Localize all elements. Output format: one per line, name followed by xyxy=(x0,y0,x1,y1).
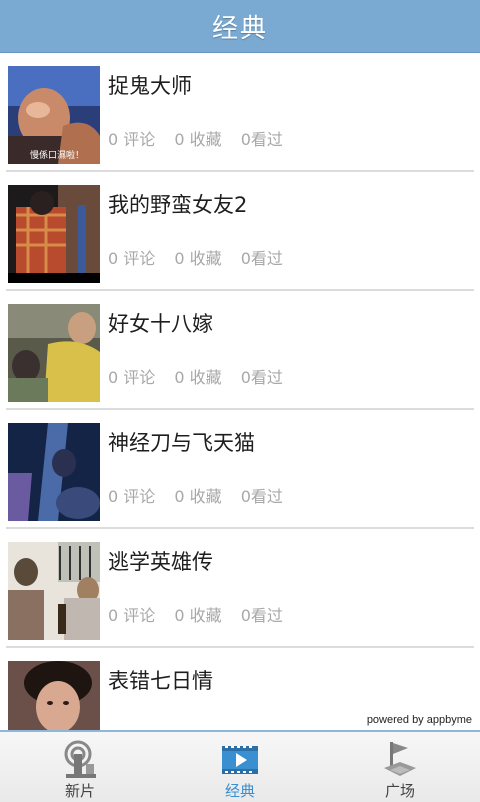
movie-list[interactable]: 慢係口濕啦！ 捉鬼大师 0 评论 0 收藏 0看过 我的野蛮女友2 0 评论 0 xyxy=(0,54,480,730)
tab-label: 经典 xyxy=(224,782,255,800)
movie-stats: 0 评论 0 收藏 0看过 xyxy=(108,364,297,388)
antenna-icon xyxy=(60,740,100,780)
movie-title[interactable]: 表错七日情 xyxy=(108,665,213,695)
movie-thumbnail[interactable] xyxy=(8,661,100,730)
tab-plaza[interactable]: 广场 xyxy=(320,732,480,802)
page-title: 经典 xyxy=(211,13,268,44)
powered-by-label: powered by appbyme xyxy=(366,714,472,726)
favorite-count: 0 收藏 xyxy=(174,606,222,625)
thumbnail-caption: 慢係口濕啦！ xyxy=(30,151,85,161)
favorite-count: 0 收藏 xyxy=(174,368,222,387)
movie-row-3[interactable]: 好女十八嫁 0 评论 0 收藏 0看过 xyxy=(0,292,480,410)
watched-count: 0看过 xyxy=(240,130,283,149)
movie-title[interactable]: 捉鬼大师 xyxy=(108,70,192,100)
tab-label: 新片 xyxy=(64,782,95,800)
movie-title[interactable]: 好女十八嫁 xyxy=(108,308,213,338)
watched-count: 0看过 xyxy=(240,487,283,506)
movie-stats: 0 评论 0 收藏 0看过 xyxy=(108,483,297,507)
movie-row-4[interactable]: 神经刀与飞天猫 0 评论 0 收藏 0看过 xyxy=(0,411,480,529)
movie-thumbnail[interactable] xyxy=(8,185,100,283)
movie-thumbnail[interactable]: 慢係口濕啦！ xyxy=(8,66,100,164)
movie-stats: 0 评论 0 收藏 0看过 xyxy=(108,602,297,626)
favorite-count: 0 收藏 xyxy=(174,130,222,149)
comment-count: 0 评论 xyxy=(108,606,156,625)
movie-title[interactable]: 神经刀与飞天猫 xyxy=(108,427,255,457)
comment-count: 0 评论 xyxy=(108,368,156,387)
comment-count: 0 评论 xyxy=(108,130,156,149)
movie-row-5[interactable]: 逃学英雄传 0 评论 0 收藏 0看过 xyxy=(0,530,480,648)
row-divider xyxy=(6,646,474,648)
row-divider xyxy=(6,408,474,410)
row-divider xyxy=(6,527,474,529)
movie-row-2[interactable]: 我的野蛮女友2 0 评论 0 收藏 0看过 xyxy=(0,173,480,291)
watched-count: 0看过 xyxy=(240,368,283,387)
row-divider xyxy=(6,289,474,291)
row-divider xyxy=(6,170,474,172)
tab-new-movies[interactable]: 新片 xyxy=(0,732,160,802)
top-bar: 经典 xyxy=(0,0,480,53)
comment-count: 0 评论 xyxy=(108,487,156,506)
flag-plaza-icon xyxy=(380,740,420,780)
movie-title[interactable]: 逃学英雄传 xyxy=(108,546,213,576)
movie-stats: 0 评论 0 收藏 0看过 xyxy=(108,126,297,150)
comment-count: 0 评论 xyxy=(108,249,156,268)
movie-row-1[interactable]: 慢係口濕啦！ 捉鬼大师 0 评论 0 收藏 0看过 xyxy=(0,54,480,172)
movie-title[interactable]: 我的野蛮女友2 xyxy=(108,189,247,219)
movie-thumbnail[interactable] xyxy=(8,304,100,402)
tab-classics[interactable]: 经典 xyxy=(160,732,320,802)
movie-thumbnail[interactable] xyxy=(8,423,100,521)
watched-count: 0看过 xyxy=(240,606,283,625)
movie-thumbnail[interactable] xyxy=(8,542,100,640)
favorite-count: 0 收藏 xyxy=(174,487,222,506)
watched-count: 0看过 xyxy=(240,249,283,268)
film-play-icon xyxy=(220,740,260,780)
movie-stats: 0 评论 0 收藏 0看过 xyxy=(108,245,297,269)
bottom-tab-bar: 新片 经典 广场 xyxy=(0,730,480,802)
favorite-count: 0 收藏 xyxy=(174,249,222,268)
tab-label: 广场 xyxy=(384,782,415,800)
